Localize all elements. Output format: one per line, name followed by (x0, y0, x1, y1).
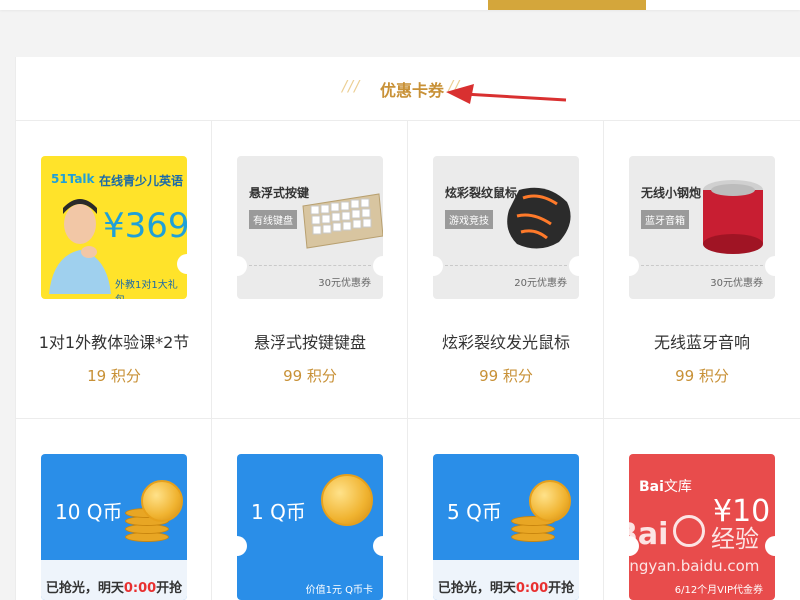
top-bar (0, 0, 800, 10)
card-notch (373, 256, 383, 276)
slogan-text: 在线青少儿英语 (99, 174, 184, 188)
brand-logo: 51Talk (51, 172, 95, 186)
card-notch (629, 256, 639, 276)
qq-coin-icon (529, 480, 571, 522)
product-name[interactable]: 悬浮式按键键盘 (212, 329, 408, 353)
card-notch (237, 256, 247, 276)
qcoin-card-1[interactable]: 1 Q币 价值1元 Q币卡 (237, 454, 383, 600)
left-decoration: /// (342, 77, 361, 95)
annotation-arrow-icon (446, 84, 567, 104)
product-image-keyboard[interactable]: 悬浮式按键 有线键盘 30元优惠券 (237, 156, 383, 299)
card-notch (433, 256, 443, 276)
qq-coin-icon (141, 480, 183, 522)
price-text: ¥369 (103, 206, 187, 246)
product-cell[interactable]: 悬浮式按键 有线键盘 30元优惠券 悬浮式按键键盘 99 积分 (212, 121, 408, 419)
qcoin-amount: 1 Q币 (251, 500, 306, 524)
card-notch (237, 536, 247, 556)
product-points: 19 积分 (87, 367, 141, 385)
card-tag: 有线键盘 (249, 210, 297, 229)
qcoin-card-5[interactable]: 5 Q币 已抢光，明天0:00开抢 (433, 454, 579, 600)
qcoin-amount: 10 Q币 (55, 500, 123, 524)
coin-value-note: 价值1元 Q币卡 (305, 585, 373, 596)
package-text: 外教1对1大礼包 (115, 280, 178, 299)
product-points: 99 积分 (675, 367, 729, 385)
section-title: 优惠卡券 (380, 81, 445, 100)
card-tag: 蓝牙音箱 (641, 210, 689, 229)
sold-out-text: 已抢光，明天0:00开抢 (437, 581, 575, 596)
active-tab-indicator[interactable] (488, 0, 646, 10)
speaker-image (703, 180, 763, 254)
product-image-mouse[interactable]: 炫彩裂纹鼠标 游戏竞技 20元优惠券 (433, 156, 579, 299)
card-notch (177, 254, 187, 274)
product-name[interactable]: 无线蓝牙音响 (604, 329, 800, 353)
coupon-value: 30元优惠券 (710, 278, 763, 289)
divider (641, 265, 763, 266)
keyboard-image (302, 193, 383, 249)
divider (445, 265, 567, 266)
card-notch (569, 256, 579, 276)
product-image-speaker[interactable]: 无线小钢炮 蓝牙音箱 30元优惠券 (629, 156, 775, 299)
coupon-value: 30元优惠券 (318, 278, 371, 289)
sold-out-text: 已抢光，明天0:00开抢 (45, 581, 183, 596)
coupon-value: 20元优惠券 (514, 278, 567, 289)
product-points: 99 积分 (479, 367, 533, 385)
card-notch (373, 536, 383, 556)
qq-coin-icon (321, 474, 373, 526)
product-name[interactable]: 炫彩裂纹发光鼠标 (408, 329, 604, 353)
product-cell[interactable]: 无线小钢炮 蓝牙音箱 30元优惠券 无线蓝牙音响 99 积分 (604, 121, 800, 419)
product-cell[interactable]: 炫彩裂纹鼠标 游戏竞技 20元优惠券 炫彩裂纹发光鼠标 99 积分 (408, 121, 604, 419)
card-tag: 游戏竞技 (445, 210, 493, 229)
baidu-watermark: Bai 经验 jingyan.baidu.com (615, 515, 760, 575)
paw-icon (673, 515, 705, 547)
mouse-image (507, 187, 571, 249)
qcoin-card-10[interactable]: 10 Q币 已抢光，明天0:00开抢 (41, 454, 187, 600)
qcoin-amount: 5 Q币 (447, 500, 502, 524)
product-image-51talk[interactable]: 51Talk 在线青少儿英语 ¥369 外教1对1大礼包 (41, 156, 187, 299)
product-cell[interactable]: 51Talk 在线青少儿英语 ¥369 外教1对1大礼包 1对1外教体验课*2节… (16, 121, 212, 419)
card-title: 无线小钢炮 (641, 186, 702, 200)
product-cell[interactable]: 10 Q币 已抢光，明天0:00开抢 (16, 419, 212, 600)
card-notch (765, 256, 775, 276)
wenku-logo: Bai文库 (639, 479, 692, 495)
divider (249, 265, 371, 266)
product-cell[interactable]: 5 Q币 已抢光，明天0:00开抢 (408, 419, 604, 600)
product-name[interactable]: 1对1外教体验课*2节 (16, 329, 212, 353)
section-header: /// 优惠卡券 // (16, 57, 800, 121)
product-points: 99 积分 (283, 367, 337, 385)
product-cell[interactable]: 1 Q币 价值1元 Q币卡 (212, 419, 408, 600)
